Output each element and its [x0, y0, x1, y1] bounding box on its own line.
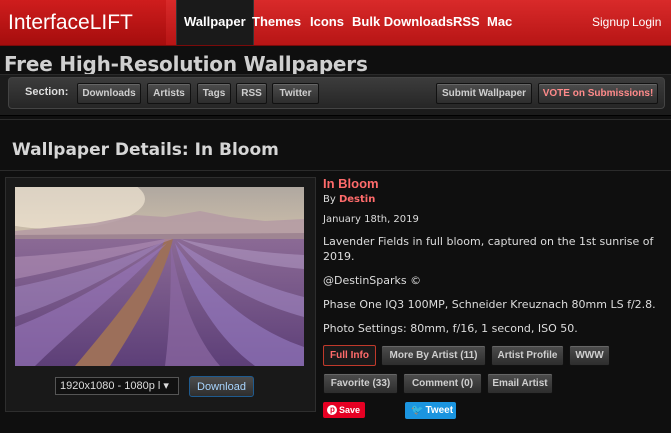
login-link[interactable]: Login — [632, 0, 661, 45]
wallpaper-title: In Bloom — [323, 176, 379, 191]
download-button[interactable]: Download — [189, 376, 254, 397]
page-title: Free High-Resolution Wallpapers — [4, 52, 368, 76]
section-downloads-button[interactable]: Downloads — [77, 83, 141, 104]
section-rss-button[interactable]: RSS — [236, 83, 267, 104]
save-label: Save — [339, 405, 361, 415]
details-heading: Wallpaper Details: In Bloom — [12, 140, 279, 160]
comment-button[interactable]: Comment (0) — [403, 373, 482, 394]
section-artists-button[interactable]: Artists — [147, 83, 191, 104]
www-button[interactable]: WWW — [569, 345, 610, 366]
pinterest-icon: p — [327, 405, 337, 415]
wallpaper-preview-image[interactable] — [15, 187, 304, 366]
divider — [0, 119, 671, 120]
nav-wallpaper[interactable]: Wallpaper — [176, 0, 254, 45]
artist-link[interactable]: Destin — [339, 194, 375, 205]
submit-wallpaper-button[interactable]: Submit Wallpaper — [436, 83, 532, 104]
tweet-button[interactable]: 🐦 Tweet — [405, 402, 456, 419]
full-info-button[interactable]: Full Info — [323, 345, 376, 366]
email-artist-button[interactable]: Email Artist — [487, 373, 553, 394]
divider — [0, 170, 671, 171]
wallpaper-description: Lavender Fields in full bloom, captured … — [323, 235, 654, 263]
publish-date: January 18th, 2019 — [323, 214, 419, 225]
nav-bulk-downloads[interactable]: Bulk Downloads — [352, 0, 453, 45]
twitter-icon: 🐦 — [411, 405, 424, 416]
signup-link[interactable]: Signup — [592, 0, 629, 45]
section-label: Section: — [25, 86, 69, 98]
site-logo[interactable]: InterfaceLIFT — [0, 0, 166, 45]
camera-info: Phase One IQ3 100MP, Schneider Kreuznach… — [323, 298, 656, 311]
section-twitter-button[interactable]: Twitter — [272, 83, 319, 104]
nav-rss[interactable]: RSS — [453, 0, 480, 45]
favorite-button[interactable]: Favorite (33) — [323, 373, 398, 394]
section-tags-button[interactable]: Tags — [197, 83, 231, 104]
tweet-label: Tweet — [425, 405, 454, 416]
pinterest-save-button[interactable]: p Save — [323, 402, 365, 418]
nav-mac[interactable]: Mac — [487, 0, 512, 45]
byline: By Destin — [323, 194, 375, 205]
byline-prefix: By — [323, 194, 336, 205]
artist-profile-button[interactable]: Artist Profile — [491, 345, 564, 366]
more-by-artist-button[interactable]: More By Artist (11) — [381, 345, 486, 366]
vote-submissions-button[interactable]: VOTE on Submissions! — [538, 83, 658, 104]
nav-icons[interactable]: Icons — [310, 0, 344, 45]
nav-themes[interactable]: Themes — [252, 0, 301, 45]
photo-settings: Photo Settings: 80mm, f/16, 1 second, IS… — [323, 322, 578, 335]
resolution-select[interactable]: 1920x1080 - 1080p l ▾ — [55, 377, 179, 395]
artist-handle: @DestinSparks © — [323, 274, 422, 287]
